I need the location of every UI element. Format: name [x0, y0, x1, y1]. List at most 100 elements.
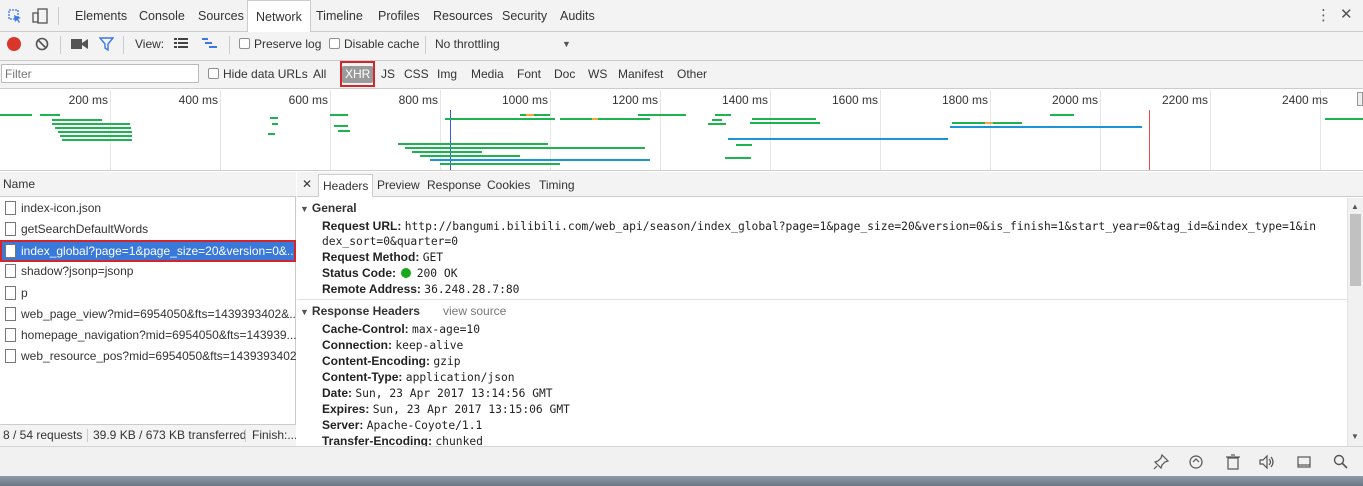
header-key: Content-Encoding:: [322, 354, 430, 368]
checkbox-icon[interactable]: [239, 38, 250, 49]
request-row[interactable]: web_resource_pos?mid=6954050&fts=1439393…: [0, 346, 296, 367]
filter-input[interactable]: [1, 64, 199, 83]
request-row[interactable]: web_page_view?mid=6954050&fts=1439393402…: [0, 304, 296, 325]
search-icon[interactable]: [1333, 454, 1349, 470]
timeline-bar: [62, 139, 132, 141]
timeline-bar: [338, 130, 350, 132]
timeline-bar: [638, 114, 686, 116]
header-key: Transfer-Encoding:: [322, 434, 433, 446]
request-row[interactable]: index-icon.json: [0, 198, 296, 219]
gridline: [220, 90, 221, 170]
tab-timeline[interactable]: Timeline: [308, 0, 371, 31]
tab-elements[interactable]: Elements: [67, 0, 135, 31]
checkbox-icon[interactable]: [208, 68, 219, 79]
record-icon[interactable]: [7, 37, 21, 51]
transferred-size: 39.9 KB / 673 KB transferred: [93, 428, 247, 442]
inspect-element-icon[interactable]: [8, 9, 22, 23]
scroll-up-icon[interactable]: ▲: [1351, 202, 1359, 211]
view-source-link[interactable]: view source: [443, 304, 506, 318]
large-rows-icon[interactable]: [174, 38, 188, 49]
tab-network[interactable]: Network: [247, 0, 311, 32]
filter-type-all[interactable]: All: [313, 62, 326, 86]
os-taskbar: [0, 476, 1363, 486]
timeline-bar: [60, 135, 132, 137]
toolbar-divider: [229, 36, 230, 54]
tab-cookies[interactable]: Cookies: [483, 174, 534, 197]
request-row[interactable]: getSearchDefaultWords: [0, 219, 296, 240]
timeline-tick-label: 2200 ms: [1161, 93, 1208, 107]
timeline-bar: [728, 138, 948, 140]
tab-headers[interactable]: Headers: [318, 174, 374, 197]
close-devtools-icon[interactable]: ✕: [1340, 7, 1353, 23]
gridline: [660, 90, 661, 170]
hide-data-urls-checkbox[interactable]: Hide data URLs: [208, 62, 308, 86]
tab-profiles[interactable]: Profiles: [370, 0, 428, 31]
checkbox-icon[interactable]: [329, 38, 340, 49]
disable-cache-checkbox[interactable]: Disable cache: [329, 29, 419, 59]
timeline-bar: [708, 123, 726, 125]
trash-icon[interactable]: [1225, 454, 1241, 470]
refresh-icon[interactable]: [1188, 454, 1204, 470]
header-value: dex_sort=0&quarter=0: [322, 235, 459, 248]
filter-type-img[interactable]: Img: [437, 62, 457, 86]
tab-timing[interactable]: Timing: [535, 174, 579, 197]
finish-time: Finish:...: [252, 428, 296, 442]
filter-type-css[interactable]: CSS: [404, 62, 429, 86]
request-row[interactable]: homepage_navigation?mid=6954050&fts=1439…: [0, 325, 296, 346]
filter-type-doc[interactable]: Doc: [554, 62, 575, 86]
filter-type-manifest[interactable]: Manifest: [618, 62, 663, 86]
request-url: Request URL: http://bangumi.bilibili.com…: [322, 219, 1316, 233]
close-detail-icon[interactable]: ✕: [302, 177, 312, 191]
filter-icon[interactable]: [98, 37, 115, 52]
volume-icon[interactable]: [1259, 454, 1275, 470]
summary-divider: [245, 429, 246, 442]
window-icon[interactable]: [1296, 454, 1312, 470]
response-header: Content-Type: application/json: [322, 370, 515, 384]
timeline-tick-label: 2400 ms: [1281, 93, 1328, 107]
timeline-bar: [334, 125, 348, 127]
timeline-bar: [445, 118, 555, 120]
filter-type-js[interactable]: JS: [381, 62, 395, 86]
name-column-header[interactable]: Name: [0, 172, 296, 197]
header-key: Remote Address:: [322, 282, 421, 296]
general-section-header[interactable]: ▼ General: [300, 201, 357, 215]
overview-waterfall-icon[interactable]: [202, 38, 218, 49]
filter-type-ws[interactable]: WS: [588, 62, 607, 86]
detail-scrollbar[interactable]: ▲ ▼: [1347, 198, 1363, 446]
filter-type-font[interactable]: Font: [517, 62, 541, 86]
filter-type-other[interactable]: Other: [677, 62, 707, 86]
header-key: Content-Type:: [322, 370, 403, 384]
toolbar-divider: [60, 36, 61, 54]
request-row[interactable]: p: [0, 283, 296, 304]
timeline-bar: [330, 114, 348, 116]
more-options-icon[interactable]: ⋮: [1316, 8, 1331, 24]
scrollbar-thumb[interactable]: [1350, 214, 1361, 286]
tab-security[interactable]: Security: [494, 0, 555, 31]
timeline-resize-handle[interactable]: [1357, 92, 1363, 106]
scroll-down-icon[interactable]: ▼: [1351, 432, 1359, 441]
timeline-bar: [40, 114, 60, 116]
tab-sources[interactable]: Sources: [190, 0, 252, 31]
device-mode-icon[interactable]: [32, 8, 48, 24]
timeline-bar: [592, 118, 598, 120]
preserve-log-label: Preserve log: [254, 37, 322, 51]
tab-resources[interactable]: Resources: [425, 0, 501, 31]
request-row-selected[interactable]: index_global?page=1&page_size=20&version…: [0, 240, 296, 262]
status-code: Status Code: 200 OK: [322, 266, 458, 280]
pin-icon[interactable]: [1153, 453, 1170, 470]
timeline-tick-label: 200 ms: [68, 93, 108, 107]
throttling-select[interactable]: No throttling ▼: [435, 29, 575, 59]
tab-console[interactable]: Console: [131, 0, 193, 31]
request-row[interactable]: shadow?jsonp=jsonp: [0, 261, 296, 282]
tab-response[interactable]: Response: [423, 174, 485, 197]
tab-audits[interactable]: Audits: [552, 0, 603, 31]
clear-icon[interactable]: [35, 37, 49, 51]
response-headers-section-header[interactable]: ▼ Response Headers: [300, 304, 420, 318]
gridline: [1100, 90, 1101, 170]
capture-screenshots-icon[interactable]: [71, 38, 89, 50]
filter-type-xhr[interactable]: XHR: [340, 61, 375, 87]
preserve-log-checkbox[interactable]: Preserve log: [239, 29, 321, 59]
filter-type-xhr-label: XHR: [342, 66, 374, 83]
tab-preview[interactable]: Preview: [373, 174, 424, 197]
filter-type-media[interactable]: Media: [471, 62, 504, 86]
